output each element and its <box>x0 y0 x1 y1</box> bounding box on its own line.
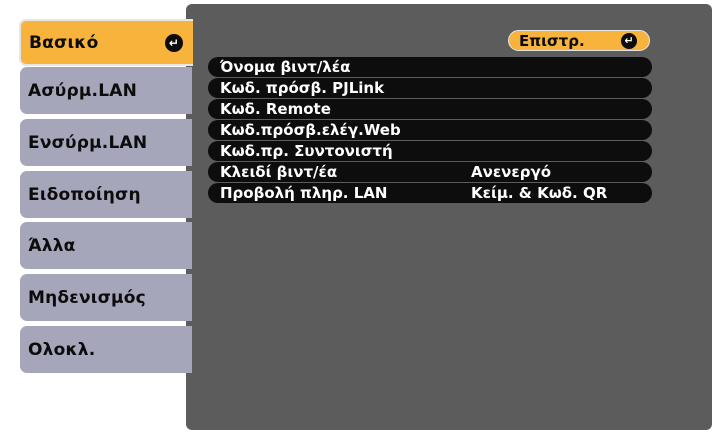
setting-label: Κωδ.πρόσβ.ελέγ.Web <box>220 121 401 139</box>
tab-label: Μηδενισμός <box>28 287 146 308</box>
tab-notification[interactable]: Ειδοποίηση <box>20 171 192 218</box>
setting-label: Όνομα βιντ/λέα <box>220 58 351 76</box>
setting-projector-keyword[interactable]: Κλειδί βιντ/έα Ανενεργό <box>208 162 652 182</box>
settings-list: Όνομα βιντ/λέα Κωδ. πρόσβ. PJLink Κωδ. R… <box>208 57 652 204</box>
tab-complete[interactable]: Ολοκλ. <box>20 326 192 373</box>
setting-display-lan-info[interactable]: Προβολή πληρ. LAN Κείμ. & Κωδ. QR <box>208 183 652 203</box>
tab-basic[interactable]: Βασικό ↵ <box>19 19 193 66</box>
setting-web-control-password[interactable]: Κωδ.πρόσβ.ελέγ.Web <box>208 120 652 140</box>
tab-label: Ενσύρμ.LAN <box>28 132 148 153</box>
setting-label: Κωδ. Remote <box>220 100 331 118</box>
back-button[interactable]: Επιστρ. ↵ <box>508 30 650 51</box>
setting-label: Κωδ. πρόσβ. PJLink <box>220 79 385 97</box>
tab-label: Βασικό <box>29 32 99 53</box>
tab-label: Ειδοποίηση <box>28 184 141 205</box>
tab-wireless-lan[interactable]: Ασύρμ.LAN <box>20 67 192 114</box>
setting-pjlink-password[interactable]: Κωδ. πρόσβ. PJLink <box>208 78 652 98</box>
setting-label: Κλειδί βιντ/έα <box>220 163 338 181</box>
tab-reset[interactable]: Μηδενισμός <box>20 274 192 321</box>
setting-moderator-password[interactable]: Κωδ.πρ. Συντονιστή <box>208 141 652 161</box>
back-button-label: Επιστρ. <box>519 31 585 50</box>
tab-label: Ασύρμ.LAN <box>28 80 138 101</box>
enter-icon: ↵ <box>165 33 183 52</box>
setting-value: Ανενεργό <box>471 163 552 181</box>
tab-label: Ολοκλ. <box>28 339 96 360</box>
setting-value: Κείμ. & Κωδ. QR <box>471 184 608 202</box>
setting-label: Προβολή πληρ. LAN <box>220 184 388 202</box>
setting-projector-name[interactable]: Όνομα βιντ/λέα <box>208 57 652 77</box>
tab-others[interactable]: Άλλα <box>20 222 192 269</box>
setting-remote-password[interactable]: Κωδ. Remote <box>208 99 652 119</box>
tab-label: Άλλα <box>28 235 76 256</box>
setting-label: Κωδ.πρ. Συντονιστή <box>220 142 393 160</box>
tab-wired-lan[interactable]: Ενσύρμ.LAN <box>20 119 192 166</box>
enter-icon: ↵ <box>621 32 637 49</box>
